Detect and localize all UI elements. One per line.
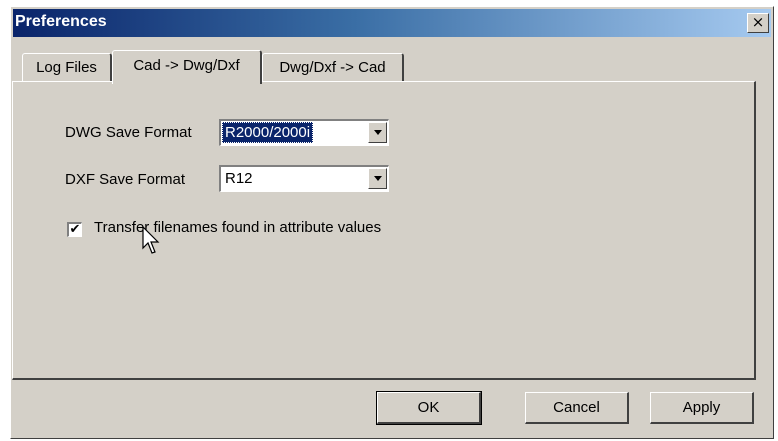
tab-cad-to-dwg-dxf[interactable]: Cad -> Dwg/Dxf xyxy=(112,50,262,84)
tab-panel: DWG Save Format R2000/2000i DXF Save For… xyxy=(12,81,756,380)
apply-label: Apply xyxy=(682,399,721,416)
cancel-button[interactable]: Cancel xyxy=(525,392,629,424)
tab-dwg-dxf-to-cad[interactable]: Dwg/Dxf -> Cad xyxy=(262,53,404,83)
dxf-save-format-value: R12 xyxy=(225,170,253,187)
chevron-down-icon[interactable] xyxy=(368,122,387,143)
dwg-save-format-value: R2000/2000i xyxy=(222,122,314,143)
dwg-save-format-select[interactable]: R2000/2000i xyxy=(219,119,389,146)
tab-label: Dwg/Dxf -> Cad xyxy=(279,59,386,76)
cancel-label: Cancel xyxy=(553,399,600,416)
ok-button[interactable]: OK xyxy=(376,391,482,425)
dxf-save-format-select[interactable]: R12 xyxy=(219,165,389,192)
chevron-down-icon[interactable] xyxy=(368,168,387,189)
tab-label: Cad -> Dwg/Dxf xyxy=(133,57,240,74)
transfer-filenames-checkbox[interactable]: ✔ xyxy=(67,222,82,237)
apply-button[interactable]: Apply xyxy=(650,392,754,424)
window-title: Preferences xyxy=(15,13,107,30)
close-button[interactable]: × xyxy=(747,13,769,33)
ok-label: OK xyxy=(417,399,440,416)
transfer-filenames-label[interactable]: Transfer filenames found in attribute va… xyxy=(94,219,381,236)
close-icon: × xyxy=(751,13,765,31)
tab-label: Log Files xyxy=(36,59,97,76)
dxf-save-format-label: DXF Save Format xyxy=(65,171,186,188)
tab-log-files[interactable]: Log Files xyxy=(22,53,112,83)
dwg-save-format-label: DWG Save Format xyxy=(65,124,192,141)
mouse-pointer-icon xyxy=(142,226,160,254)
title-bar[interactable]: Preferences × xyxy=(13,9,771,37)
checkmark-icon: ✔ xyxy=(69,222,81,237)
